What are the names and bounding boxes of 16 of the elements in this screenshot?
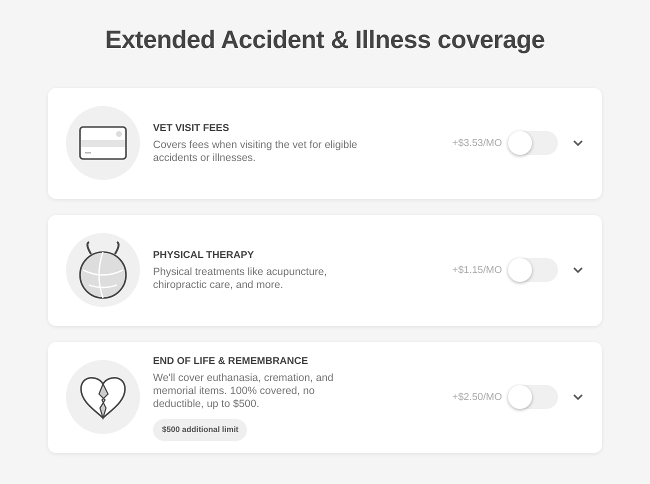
- price: +$2.50/MO: [451, 390, 502, 404]
- price: +$3.53/MO: [451, 136, 502, 150]
- coverage-description: We'll cover euthanasia, cremation, and memorial items. 100% covered, no deductible, up to $500.: [153, 372, 334, 410]
- toggle-switch[interactable]: [508, 131, 558, 155]
- credit-card-icon: [78, 125, 128, 161]
- coverage-description: Covers fees when visiting the vet for eligible accidents or illnesses.: [153, 139, 358, 165]
- coverage-description: Physical treatments like acupuncture, chiropractic care, and more.: [153, 266, 328, 292]
- limit-tag: $500 additional limit: [153, 418, 248, 440]
- page-title: Extended Accident & Illness coverage: [104, 25, 546, 56]
- toggle-switch[interactable]: [508, 258, 558, 282]
- coverage-name: PHYSICAL THERAPY: [153, 249, 255, 263]
- price: +$1.15/MO: [451, 264, 502, 278]
- coverage-name: END OF LIFE & REMEMBRANCE: [153, 354, 309, 368]
- broken-heart-icon: [78, 374, 128, 420]
- coverage-name: VET VISIT FEES: [153, 122, 230, 136]
- toggle-switch[interactable]: [508, 385, 558, 409]
